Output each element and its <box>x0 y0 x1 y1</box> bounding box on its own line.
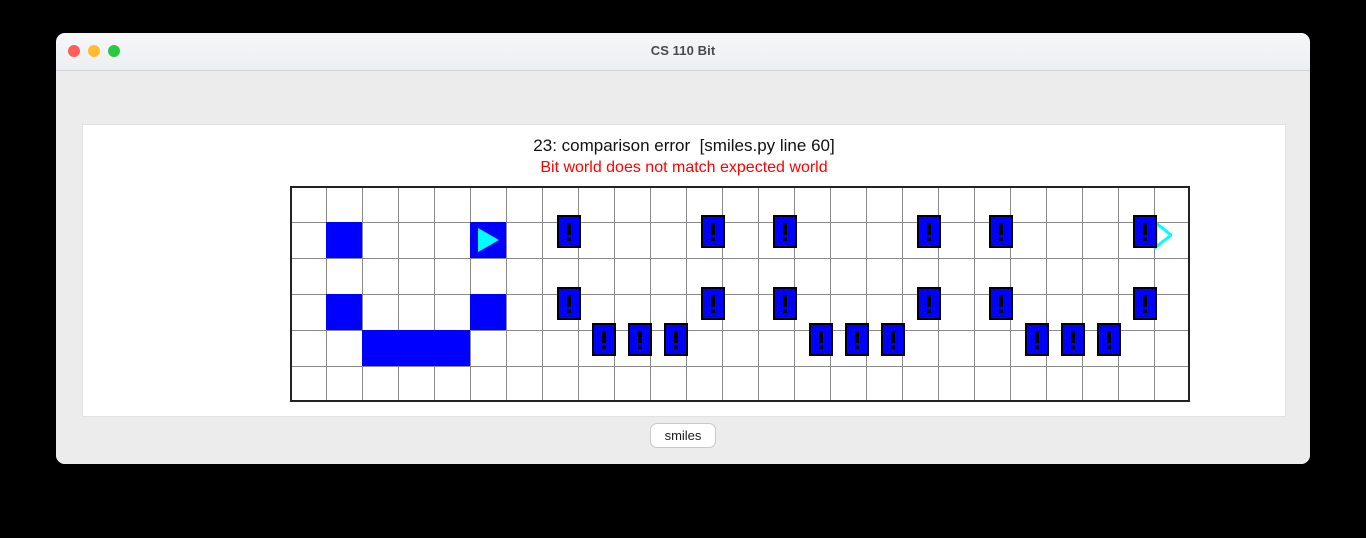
exclamation-icon <box>1143 294 1147 307</box>
exclamation-dot-icon <box>819 344 823 349</box>
painted-cell <box>326 294 362 330</box>
exclamation-dot-icon <box>999 308 1003 313</box>
error-marker-badge <box>664 323 688 356</box>
exclamation-dot-icon <box>567 308 571 313</box>
error-marker-badge <box>989 215 1013 248</box>
painted-cell <box>434 330 470 366</box>
bit-robot-icon <box>478 228 499 252</box>
tab-row: smiles <box>56 423 1310 448</box>
world-canvas: 23: comparison error [smiles.py line 60]… <box>82 124 1286 417</box>
error-marker-badge <box>701 215 725 248</box>
error-marker-badge <box>989 287 1013 320</box>
error-marker-badge <box>628 323 652 356</box>
error-marker-badge <box>1025 323 1049 356</box>
error-marker-badge <box>773 215 797 248</box>
exclamation-dot-icon <box>711 308 715 313</box>
error-marker-badge <box>557 215 581 248</box>
exclamation-dot-icon <box>783 308 787 313</box>
tab-smiles[interactable]: smiles <box>649 423 717 448</box>
error-marker-badge <box>1061 323 1085 356</box>
error-headline: 23: comparison error [smiles.py line 60] <box>533 136 835 155</box>
exclamation-dot-icon <box>638 344 642 349</box>
window-titlebar[interactable]: CS 110 Bit <box>56 33 1310 71</box>
exclamation-dot-icon <box>891 344 895 349</box>
exclamation-dot-icon <box>711 236 715 241</box>
exclamation-icon <box>891 330 895 343</box>
exclamation-dot-icon <box>927 308 931 313</box>
exclamation-icon <box>1143 222 1147 235</box>
window-body: 23: comparison error [smiles.py line 60]… <box>56 71 1310 464</box>
exclamation-icon <box>711 222 715 235</box>
exclamation-dot-icon <box>927 236 931 241</box>
painted-cell <box>326 222 362 258</box>
exclamation-icon <box>1035 330 1039 343</box>
error-marker-badge <box>1133 215 1157 248</box>
exclamation-icon <box>602 330 606 343</box>
error-marker-badge <box>773 287 797 320</box>
exclamation-icon <box>638 330 642 343</box>
exclamation-dot-icon <box>567 236 571 241</box>
exclamation-dot-icon <box>602 344 606 349</box>
exclamation-icon <box>1107 330 1111 343</box>
exclamation-icon <box>783 222 787 235</box>
error-marker-badge <box>917 215 941 248</box>
error-marker-badge <box>881 323 905 356</box>
error-marker-badge <box>1097 323 1121 356</box>
exclamation-dot-icon <box>1071 344 1075 349</box>
exclamation-icon <box>855 330 859 343</box>
exclamation-dot-icon <box>1035 344 1039 349</box>
exclamation-dot-icon <box>1143 236 1147 241</box>
exclamation-icon <box>1071 330 1075 343</box>
window-title: CS 110 Bit <box>650 43 716 58</box>
exclamation-icon <box>927 222 931 235</box>
exclamation-dot-icon <box>1143 308 1147 313</box>
exclamation-dot-icon <box>783 236 787 241</box>
screen: CS 110 Bit 23: comparison error [smiles.… <box>0 0 1366 538</box>
exclamation-icon <box>927 294 931 307</box>
error-marker-badge <box>845 323 869 356</box>
exclamation-dot-icon <box>674 344 678 349</box>
error-marker-badge <box>917 287 941 320</box>
bit-world-grid[interactable] <box>290 186 1190 402</box>
exclamation-dot-icon <box>999 236 1003 241</box>
painted-cell <box>362 330 398 366</box>
exclamation-icon <box>999 294 1003 307</box>
exclamation-dot-icon <box>855 344 859 349</box>
grid-lines <box>290 186 1190 402</box>
app-window: CS 110 Bit 23: comparison error [smiles.… <box>56 33 1310 464</box>
error-marker-badge <box>701 287 725 320</box>
painted-cell <box>398 330 434 366</box>
exclamation-dot-icon <box>1107 344 1111 349</box>
exclamation-icon <box>783 294 787 307</box>
exclamation-icon <box>819 330 823 343</box>
exclamation-icon <box>567 222 571 235</box>
exclamation-icon <box>567 294 571 307</box>
error-marker-badge <box>557 287 581 320</box>
error-marker-badge <box>1133 287 1157 320</box>
exclamation-icon <box>999 222 1003 235</box>
painted-cell <box>470 294 506 330</box>
error-marker-badge <box>592 323 616 356</box>
exclamation-icon <box>711 294 715 307</box>
error-subline: Bit world does not match expected world <box>540 159 828 176</box>
exclamation-icon <box>674 330 678 343</box>
error-marker-badge <box>809 323 833 356</box>
